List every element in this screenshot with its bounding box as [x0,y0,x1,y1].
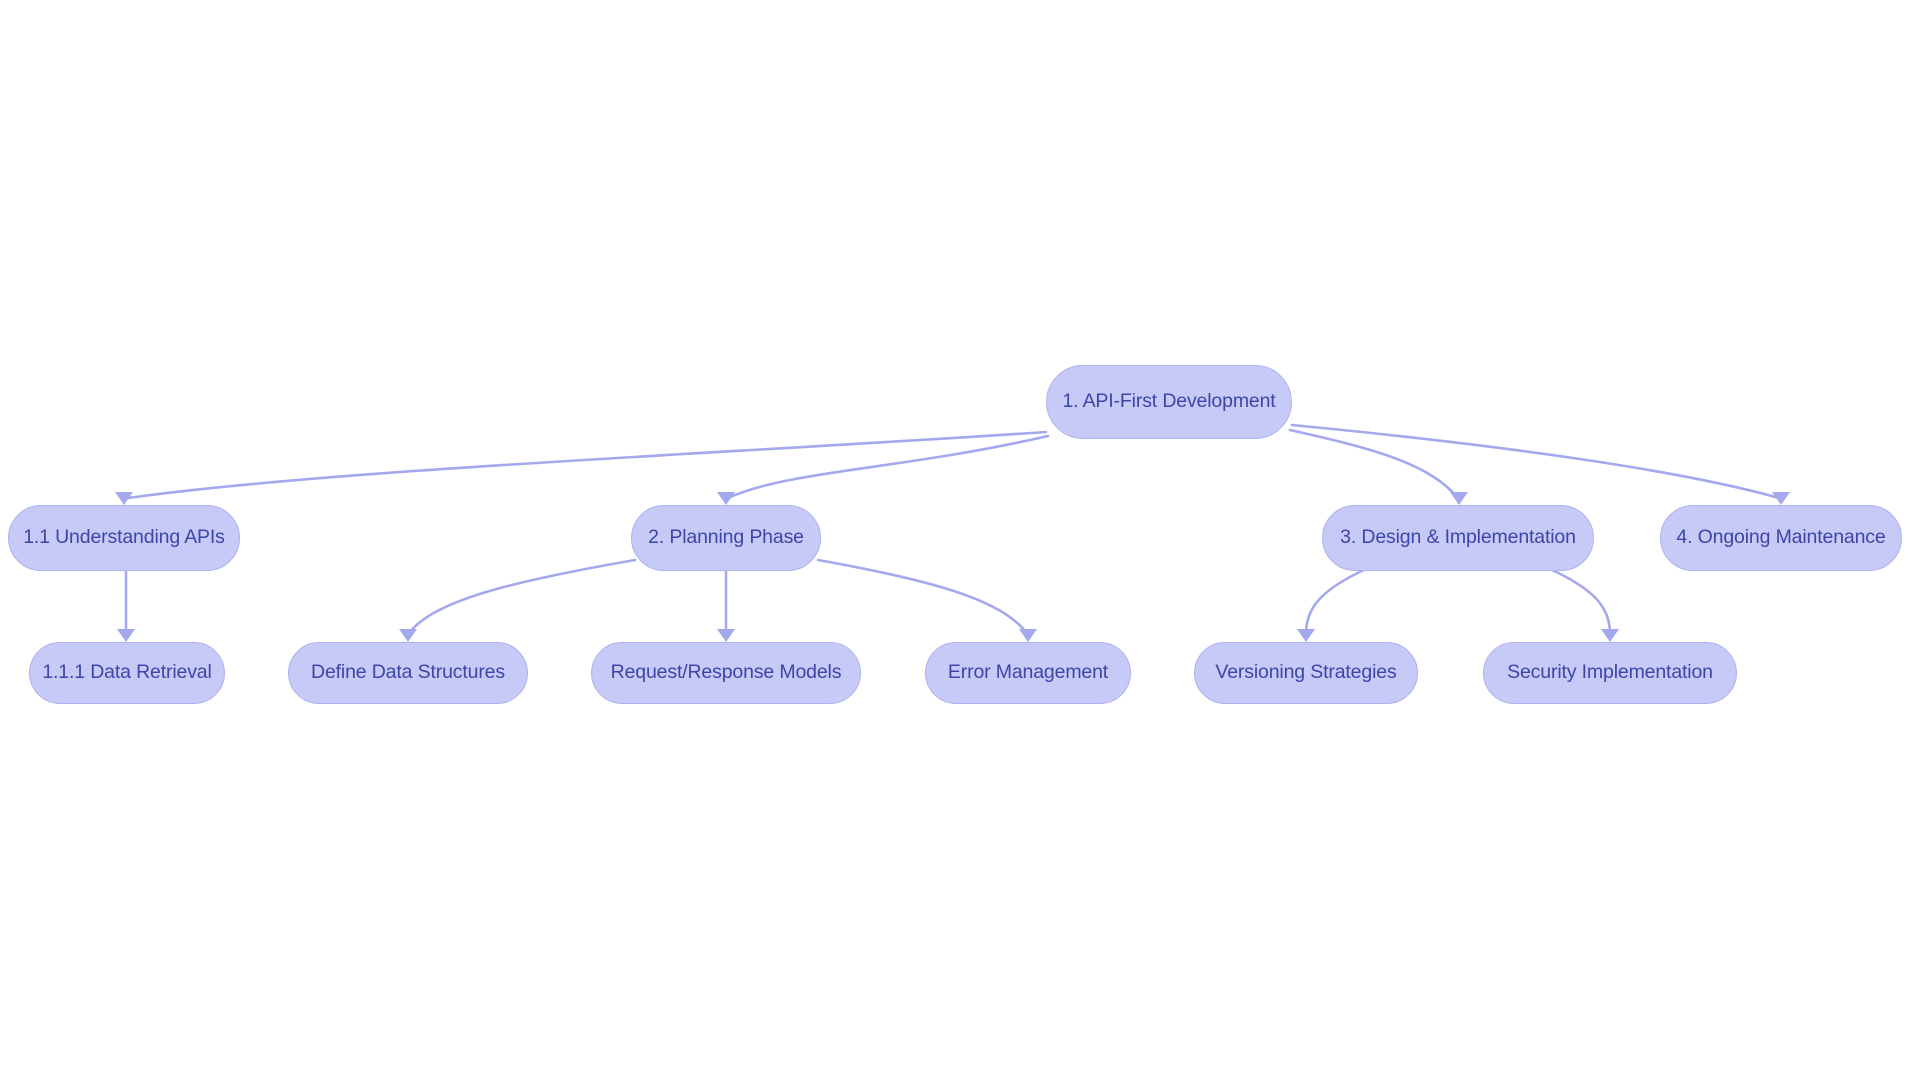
node-planning-phase[interactable]: 2. Planning Phase [631,505,821,571]
node-label: 1.1.1 Data Retrieval [42,661,212,684]
arrowhead-n2-to-n6 [117,629,135,642]
edge-n4-to-n10 [1304,566,1370,637]
node-label: Security Implementation [1507,661,1713,684]
edge-n1-to-n5 [1290,423,1781,500]
node-label: Request/Response Models [610,661,842,684]
node-error-management[interactable]: Error Management [925,642,1131,704]
node-security-implementation[interactable]: Security Implementation [1483,642,1737,704]
edge-n1-to-n2 [126,430,1048,500]
arrowhead-n3-to-n9 [1019,629,1037,642]
node-label: Error Management [947,661,1109,684]
node-design-implementation[interactable]: 3. Design & Implementation [1322,505,1594,571]
node-ongoing-maintenance[interactable]: 4. Ongoing Maintenance [1660,505,1902,571]
node-data-retrieval[interactable]: 1.1.1 Data Retrieval [29,642,225,704]
node-label: Define Data Structures [311,661,505,684]
node-define-data-structures[interactable]: Define Data Structures [288,642,528,704]
node-label: 4. Ongoing Maintenance [1676,526,1886,549]
node-understanding-apis[interactable]: 1.1 Understanding APIs [8,505,240,571]
arrowhead-n4-to-n11 [1601,629,1619,642]
edge-n3-to-n7 [406,558,637,637]
node-versioning-strategies[interactable]: Versioning Strategies [1194,642,1418,704]
node-label: 1.1 Understanding APIs [23,526,225,549]
node-label: 3. Design & Implementation [1340,526,1576,549]
arrowhead-n4-to-n10 [1297,629,1315,642]
flowchart-canvas: 1. API-First Development 1.1 Understandi… [0,0,1920,1080]
arrowhead-n1-to-n5 [1772,492,1790,505]
edge-layer [115,423,1790,642]
node-label: Versioning Strategies [1215,661,1397,684]
arrowhead-n3-to-n8 [717,629,735,642]
edge-n4-to-n11 [1546,566,1612,637]
edge-n3-to-n9 [816,558,1030,637]
node-label: 1. API-First Development [1062,390,1276,413]
node-label: 2. Planning Phase [648,526,804,549]
arrowhead-n1-to-n3 [717,492,735,505]
arrowhead-n1-to-n4 [1450,492,1468,505]
node-request-response-models[interactable]: Request/Response Models [591,642,861,704]
node-api-first-development[interactable]: 1. API-First Development [1046,365,1292,439]
edge-n1-to-n3 [726,434,1050,500]
arrowhead-n3-to-n7 [399,629,417,642]
